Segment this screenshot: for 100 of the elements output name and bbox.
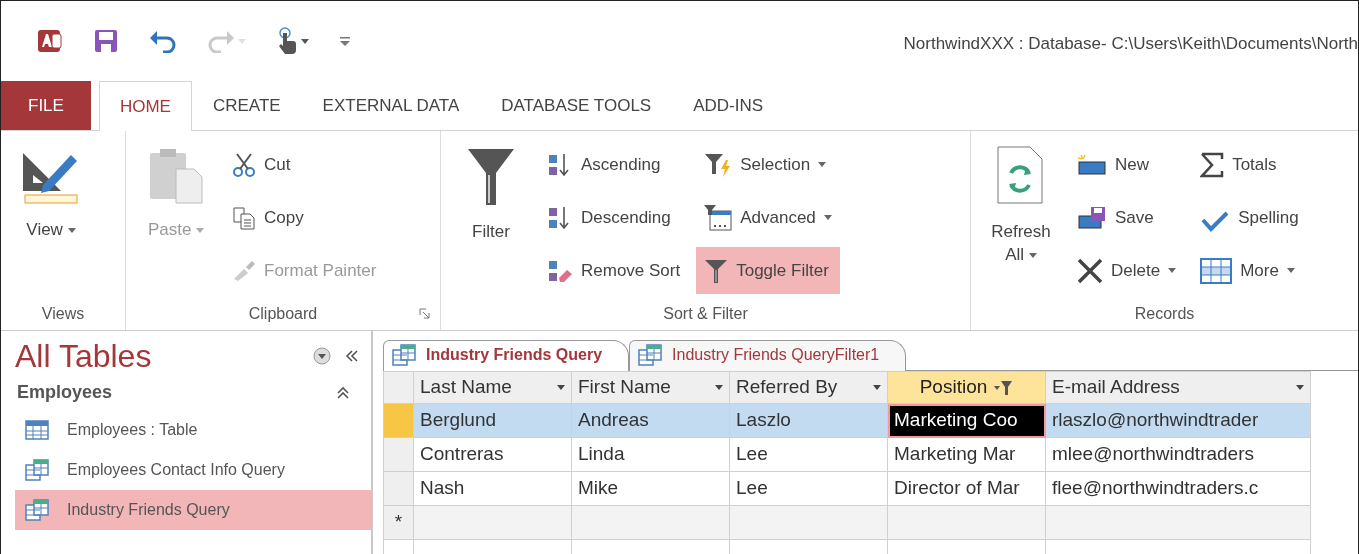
toolbar-button[interactable] xyxy=(93,28,119,54)
ribbon-button[interactable]: Spelling xyxy=(1192,194,1307,241)
toolbar-button[interactable] xyxy=(149,29,177,53)
undo-icon xyxy=(149,29,177,53)
app-icon-button[interactable] xyxy=(37,28,63,54)
grid-icon xyxy=(1200,257,1233,284)
database-icon xyxy=(37,28,63,54)
toolbar-button[interactable] xyxy=(276,27,309,55)
table-cell: Berglund xyxy=(413,403,572,438)
table-cell: Marketing Mar xyxy=(887,437,1046,472)
ribbon-button[interactable]: Remove Sort xyxy=(539,247,689,294)
caret-icon xyxy=(715,385,723,390)
ribbon-tab[interactable]: CREATE xyxy=(191,81,302,130)
group-label: Clipboard xyxy=(248,305,318,322)
ribbon-button[interactable]: New xyxy=(1069,141,1185,188)
navigation-item[interactable]: Employees : Table xyxy=(15,410,371,451)
caret-icon xyxy=(1168,268,1177,273)
table-cell: rlaszlo@northwindtrader xyxy=(1045,403,1311,438)
caret-icon xyxy=(67,228,76,233)
column-header[interactable]: Last Name xyxy=(413,371,572,404)
file-tab[interactable]: FILE xyxy=(1,81,91,130)
table-cell: Andreas xyxy=(571,403,730,438)
table-cell: Marketing Coo xyxy=(887,403,1046,438)
ribbon-button[interactable]: Ascending xyxy=(539,141,689,188)
ribbon-button[interactable]: More xyxy=(1192,247,1307,294)
ribbon-button[interactable]: Cut xyxy=(224,141,385,188)
ribbon-button[interactable]: Totals xyxy=(1192,141,1307,188)
column-header[interactable]: First Name xyxy=(571,371,730,404)
ribbon-button[interactable]: View xyxy=(11,141,91,246)
group-label: Records xyxy=(1134,305,1195,322)
redo-icon xyxy=(207,29,235,53)
dialog-launcher-icon[interactable] xyxy=(419,308,430,319)
ribbon-button[interactable]: Copy xyxy=(224,194,385,241)
table-icon xyxy=(25,420,49,441)
pointing-hand-icon xyxy=(276,27,298,55)
table-cell: Mike xyxy=(571,471,730,506)
ribbon-tab[interactable]: HOME xyxy=(98,81,192,131)
collapse-icon[interactable] xyxy=(345,350,359,363)
table-cell: Contreras xyxy=(413,437,572,472)
funnel-icon xyxy=(704,257,729,284)
ribbon-tab[interactable]: ADD-INS xyxy=(672,81,785,130)
ribbon-tab[interactable]: DATABASE TOOLS xyxy=(480,81,673,130)
query-icon xyxy=(638,344,663,366)
delete-icon xyxy=(1077,257,1103,284)
table-cell: Lee xyxy=(729,437,888,472)
table-cell: Linda xyxy=(571,437,730,472)
ribbon-button[interactable]: Delete xyxy=(1069,247,1185,294)
caret-icon xyxy=(823,215,832,220)
query-icon xyxy=(25,459,49,482)
query-icon xyxy=(25,499,49,522)
table-cell: Lee xyxy=(729,471,888,506)
caret-icon xyxy=(238,38,246,44)
ribbon-button[interactable]: Toggle Filter xyxy=(696,247,840,294)
group-label: Views xyxy=(41,305,85,322)
column-header[interactable]: Referred By xyxy=(729,371,888,404)
document-tab[interactable]: Industry Friends Query xyxy=(383,340,630,371)
table-cell: mlee@northwindtraders xyxy=(1045,437,1311,472)
ribbon-button[interactable]: Filter xyxy=(451,141,531,248)
document-tab[interactable]: Industry Friends QueryFilter1 xyxy=(629,340,907,371)
group-header[interactable]: Employees xyxy=(17,379,113,407)
table-cell: flee@northwindtraders.c xyxy=(1045,471,1311,506)
group-label: Sort & Filter xyxy=(663,305,748,322)
pane-title: All Tables xyxy=(15,337,152,376)
caret-icon xyxy=(1296,385,1304,390)
sigma-icon xyxy=(1200,151,1225,178)
caret-icon xyxy=(873,385,881,390)
scissors-icon xyxy=(232,152,256,177)
column-header[interactable]: Position xyxy=(887,371,1046,404)
toolbar-button[interactable] xyxy=(339,35,351,47)
navigation-item[interactable]: Industry Friends Query xyxy=(15,490,371,531)
navigation-item[interactable]: Employees Contact Info Query xyxy=(15,450,371,491)
caret-icon xyxy=(818,162,827,167)
caret-icon xyxy=(1028,252,1037,258)
caret-icon xyxy=(1286,268,1295,273)
save-icon xyxy=(93,28,119,54)
copy-icon xyxy=(232,205,256,230)
ribbon-button[interactable]: Refresh All xyxy=(981,141,1061,271)
caret-icon xyxy=(301,38,309,44)
filter-dropdown-icon xyxy=(993,379,1014,396)
window-title: NorthwindXXX : Database- C:\Users\Keith\Documents\North xyxy=(903,33,1358,56)
double-chevron-up-icon[interactable] xyxy=(337,385,349,400)
new-record-icon xyxy=(1077,153,1107,176)
dropdown-circle-icon[interactable] xyxy=(313,347,331,366)
new-record-marker: * xyxy=(383,505,414,540)
query-icon xyxy=(392,344,416,366)
table-cell: Laszlo xyxy=(729,403,888,438)
funnel-lightning-icon xyxy=(704,151,733,178)
table-cell: Nash xyxy=(413,471,572,506)
ribbon-tab[interactable]: EXTERNAL DATA xyxy=(301,81,481,130)
column-header[interactable]: E-mail Address xyxy=(1045,371,1311,404)
ribbon-button[interactable]: Selection xyxy=(696,141,840,188)
ribbon-button[interactable]: Advanced xyxy=(696,194,840,241)
funnel-form-icon xyxy=(704,204,733,231)
ribbon-button[interactable]: Descending xyxy=(539,194,689,241)
save-record-icon xyxy=(1077,205,1107,230)
paintbrush-icon xyxy=(232,258,256,283)
caret-icon xyxy=(557,385,565,390)
customize-icon xyxy=(339,35,351,47)
caret-icon xyxy=(196,228,205,233)
ribbon-button[interactable]: Save xyxy=(1069,194,1185,241)
